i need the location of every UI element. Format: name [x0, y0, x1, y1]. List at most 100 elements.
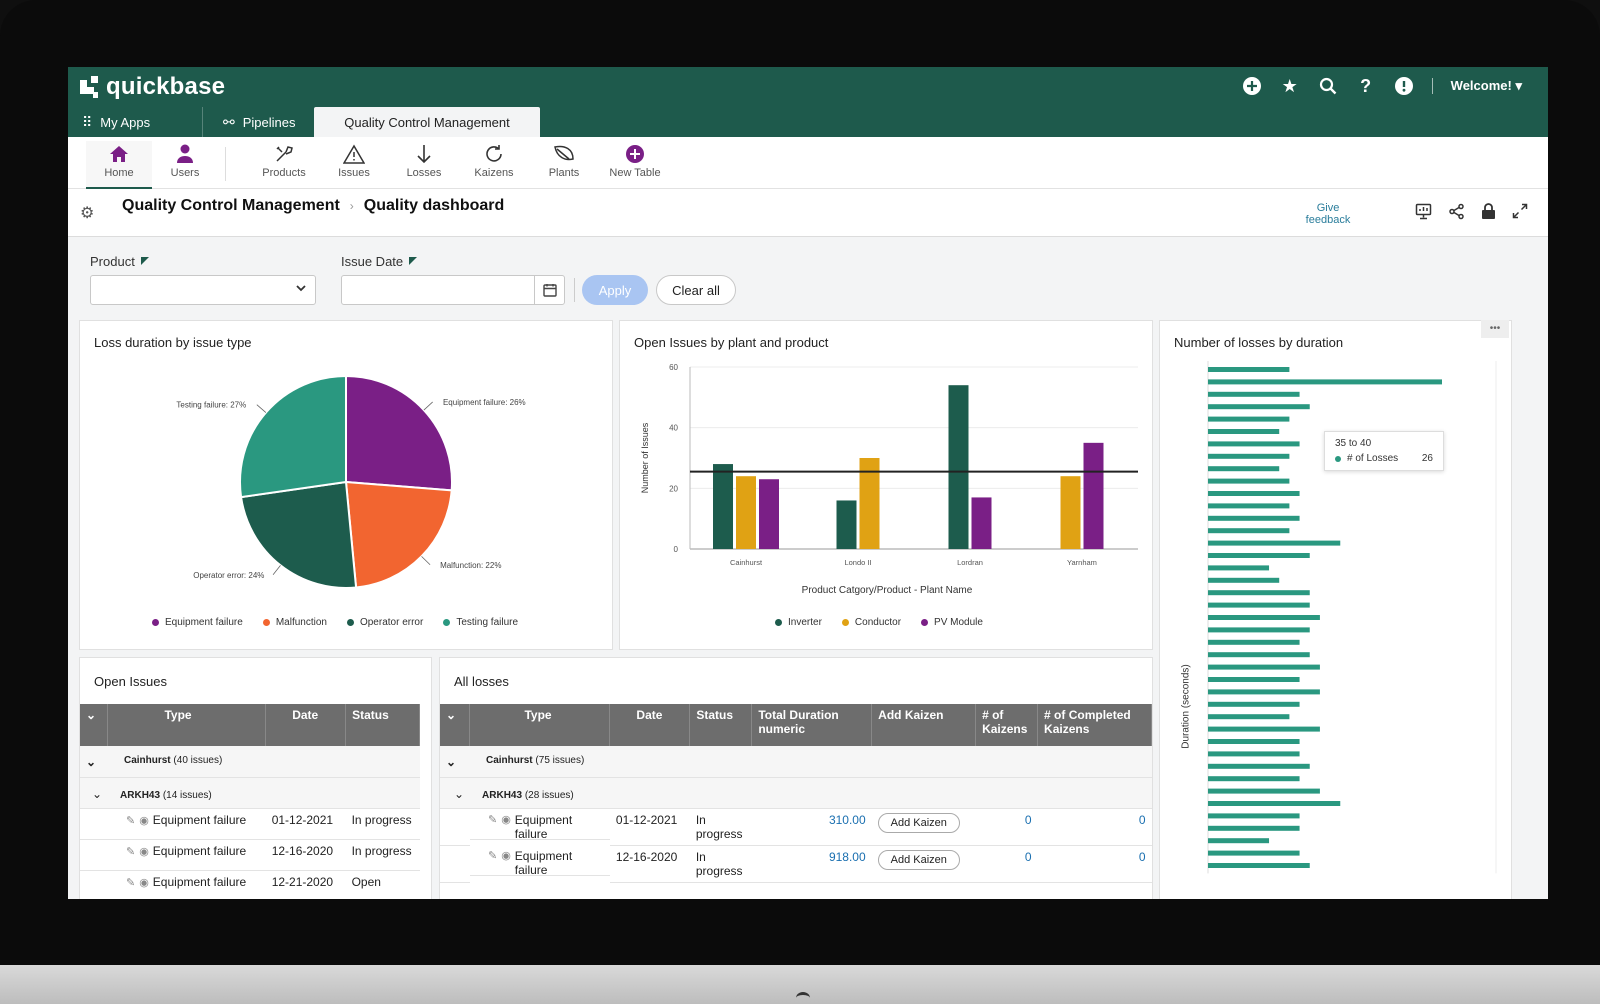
legend-item[interactable]: Malfunction: [262, 617, 327, 628]
search-icon[interactable]: [1318, 76, 1338, 96]
chevron-down-icon[interactable]: ⌄: [92, 787, 102, 801]
y-tick-label: 20: [669, 484, 678, 493]
nav-issues[interactable]: Issues: [321, 141, 387, 179]
lock-icon[interactable]: [1481, 203, 1496, 225]
column-header[interactable]: # of Kaizens: [975, 704, 1039, 746]
legend-item[interactable]: Operator error: [346, 617, 424, 628]
table-row[interactable]: ✎◉Equipment failure 12-16-2020 In progre…: [80, 839, 420, 871]
edit-icon[interactable]: ✎: [488, 813, 501, 835]
hbar: [1208, 466, 1280, 472]
hbar: [1208, 441, 1300, 447]
divider: [1431, 78, 1433, 94]
group-row[interactable]: ⌄ ARKH43 (14 issues): [80, 777, 420, 809]
edit-icon[interactable]: ✎: [488, 849, 501, 871]
edit-icon[interactable]: ✎: [126, 877, 139, 889]
group-row[interactable]: ⌄ Cainhurst (75 issues): [440, 746, 1152, 778]
view-icon[interactable]: ◉: [139, 877, 153, 889]
view-icon[interactable]: ◉: [501, 849, 515, 871]
cell-date: 01-12-2021: [265, 808, 346, 840]
chevron-down-icon[interactable]: ⌄: [80, 746, 108, 778]
losses-duration-card: Number of losses by duration Duration (s…: [1159, 320, 1512, 899]
more-options-button[interactable]: •••: [1481, 320, 1509, 338]
edit-icon[interactable]: ✎: [126, 815, 139, 827]
add-kaizen-button[interactable]: Add Kaizen: [877, 849, 960, 870]
column-header[interactable]: Status: [689, 704, 753, 746]
x-tick-label: Yarnham: [1067, 558, 1097, 567]
nav-products[interactable]: Products: [251, 141, 317, 179]
legend-item[interactable]: Inverter: [775, 617, 822, 628]
breadcrumb-app[interactable]: Quality Control Management: [122, 197, 340, 215]
group-row[interactable]: ⌄ Cainhurst (40 issues): [80, 746, 420, 778]
column-header[interactable]: Date: [265, 704, 347, 746]
column-header[interactable]: Type: [107, 704, 267, 746]
group-row[interactable]: ⌄ ARKH43 (28 issues): [440, 777, 1152, 809]
collapse-all-icon[interactable]: ⌄: [80, 704, 109, 746]
column-header[interactable]: Total Duration numeric: [751, 704, 873, 746]
gear-icon[interactable]: ⚙: [80, 203, 94, 223]
table-row[interactable]: ✎◉Equipment failure 12-21-2020 Open: [80, 870, 420, 899]
filter-indicator-icon: [409, 257, 418, 265]
table-row[interactable]: ✎◉Equipment failure 12-16-2020 In progre…: [440, 845, 1152, 883]
calendar-icon[interactable]: [534, 276, 564, 304]
edit-icon[interactable]: ✎: [126, 846, 139, 858]
hbar: [1208, 367, 1290, 372]
column-header[interactable]: # of Completed Kaizens: [1037, 704, 1152, 746]
app-tab-bar: ⠿ My Apps ⚯ Pipelines Quality Control Ma…: [68, 107, 1548, 137]
all-losses-card: All losses ⌄ Type Date Status Total Dura…: [439, 657, 1153, 899]
table-row[interactable]: ✎◉Equipment failure 01-12-2021 In progre…: [80, 808, 420, 840]
nav-new-table[interactable]: New Table: [602, 141, 668, 179]
tab-quality-control-management[interactable]: Quality Control Management: [314, 107, 540, 137]
issue-date-input[interactable]: [341, 275, 565, 305]
column-header[interactable]: Add Kaizen: [871, 704, 977, 746]
bar-chart: 0 20 40 60 Number of Issues Cainhurst Londo II…: [640, 363, 1138, 567]
clear-all-button[interactable]: Clear all: [656, 275, 736, 305]
share-icon[interactable]: [1448, 203, 1465, 225]
quickbase-logo[interactable]: quickbase: [80, 73, 225, 101]
column-header[interactable]: Status: [345, 704, 420, 746]
column-header[interactable]: Type: [469, 704, 611, 746]
chevron-down-icon[interactable]: ⌄: [440, 746, 470, 778]
table-nav: Home Users Products Issues Losses Kaizen…: [68, 137, 1548, 189]
x-tick-label: Cainhurst: [730, 558, 763, 567]
give-feedback-link[interactable]: Give feedback: [1300, 202, 1356, 226]
star-icon[interactable]: ★: [1280, 76, 1300, 96]
legend-item[interactable]: Equipment failure: [152, 617, 243, 628]
legend-label: Malfunction: [275, 617, 327, 628]
tab-my-apps[interactable]: ⠿ My Apps: [82, 107, 192, 137]
hbar: [1208, 863, 1310, 868]
hbar: [1208, 701, 1300, 707]
nav-users[interactable]: Users: [152, 141, 218, 179]
welcome-menu[interactable]: Welcome! ▾: [1451, 78, 1522, 94]
legend-item[interactable]: PV Module: [921, 617, 983, 628]
expand-icon[interactable]: [1512, 203, 1528, 225]
chevron-down-icon[interactable]: ⌄: [454, 787, 464, 801]
view-icon[interactable]: ◉: [139, 815, 153, 827]
nav-home[interactable]: Home: [86, 141, 152, 189]
presentation-icon[interactable]: [1415, 203, 1432, 225]
hbar: [1208, 391, 1300, 397]
product-select[interactable]: [90, 275, 316, 305]
hbar: [1208, 714, 1290, 720]
hbar: [1208, 577, 1280, 583]
tab-pipelines[interactable]: ⚯ Pipelines: [202, 107, 322, 137]
pie-slice-label: Testing failure: 27%: [176, 401, 246, 410]
plus-circle-icon[interactable]: [1242, 76, 1262, 96]
nav-kaizens[interactable]: Kaizens: [461, 141, 527, 179]
filter-bar: Product Issue Date Apply Clear all: [68, 238, 1548, 318]
legend-label: Operator error: [359, 617, 424, 628]
view-icon[interactable]: ◉: [501, 813, 515, 835]
legend-item[interactable]: Conductor: [841, 617, 901, 628]
view-icon[interactable]: ◉: [139, 846, 153, 858]
column-header[interactable]: Date: [609, 704, 691, 746]
collapse-all-icon[interactable]: ⌄: [440, 704, 471, 746]
add-kaizen-button[interactable]: Add Kaizen: [877, 812, 960, 833]
help-icon[interactable]: ?: [1356, 76, 1376, 96]
nav-plants[interactable]: Plants: [531, 141, 597, 179]
apply-button[interactable]: Apply: [582, 275, 648, 305]
cell-duration: 918.00: [751, 845, 872, 883]
legend-item[interactable]: Testing failure: [443, 617, 518, 628]
legend-dot: [346, 619, 354, 626]
alert-icon[interactable]: [1394, 76, 1414, 96]
nav-losses[interactable]: Losses: [391, 141, 457, 179]
table-row[interactable]: ✎◉Equipment failure 01-12-2021 In progre…: [440, 808, 1152, 846]
